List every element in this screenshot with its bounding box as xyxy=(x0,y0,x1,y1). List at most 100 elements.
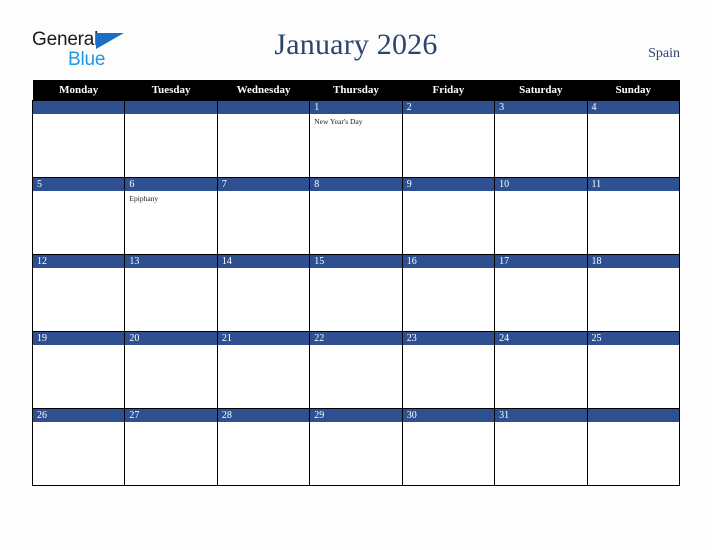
day-number: 4 xyxy=(587,101,679,114)
calendar-empty-cell[interactable] xyxy=(31,100,126,178)
day-number: 3 xyxy=(495,101,587,114)
calendar-day-cell[interactable]: 7 xyxy=(216,177,311,255)
calendar-day-cell[interactable]: 28 xyxy=(216,408,311,486)
day-events xyxy=(588,422,679,485)
day-events xyxy=(310,268,401,331)
page-header: General Blue January 2026 Spain xyxy=(0,0,712,80)
calendar-day-cell[interactable]: 1 New Year's Day xyxy=(309,100,403,178)
day-events xyxy=(403,268,494,331)
day-number: 14 xyxy=(217,255,310,268)
calendar-day-cell[interactable]: 12 xyxy=(31,254,126,332)
calendar-week-row: 5 6 Epiphany 7 8 9 10 11 xyxy=(31,177,681,255)
day-number: 30 xyxy=(402,409,495,422)
calendar-day-cell[interactable]: 24 xyxy=(494,331,588,409)
calendar-day-cell[interactable]: 29 xyxy=(309,408,403,486)
day-number xyxy=(217,101,310,114)
calendar-day-cell[interactable]: 20 xyxy=(124,331,218,409)
holiday-event-label: Epiphany xyxy=(129,194,159,203)
calendar-day-cell[interactable]: 27 xyxy=(124,408,218,486)
calendar-day-cell[interactable]: 17 xyxy=(494,254,588,332)
day-events xyxy=(218,422,309,485)
day-events xyxy=(218,191,309,254)
day-events: New Year's Day xyxy=(310,114,401,177)
day-number: 23 xyxy=(402,332,495,345)
day-number: 22 xyxy=(310,332,402,345)
calendar-day-cell[interactable]: 9 xyxy=(401,177,496,255)
day-events: Epiphany xyxy=(125,191,216,254)
day-events xyxy=(495,191,586,254)
weekday-header-friday: Friday xyxy=(402,80,495,101)
calendar-day-cell[interactable]: 19 xyxy=(31,331,126,409)
day-number: 19 xyxy=(33,332,125,345)
calendar-empty-cell[interactable] xyxy=(586,408,681,486)
calendar-day-cell[interactable]: 18 xyxy=(586,254,681,332)
calendar-day-cell[interactable]: 2 xyxy=(401,100,496,178)
day-events xyxy=(588,114,679,177)
calendar-day-cell[interactable]: 10 xyxy=(494,177,588,255)
day-number: 18 xyxy=(587,255,679,268)
day-events xyxy=(588,268,679,331)
calendar-day-cell[interactable]: 25 xyxy=(586,331,681,409)
day-events xyxy=(403,114,494,177)
day-number xyxy=(587,409,679,422)
day-number: 21 xyxy=(217,332,310,345)
day-events xyxy=(33,345,124,408)
calendar-day-cell[interactable]: 6 Epiphany xyxy=(124,177,218,255)
calendar-week-row: 26 27 28 29 30 31 xyxy=(31,408,681,486)
day-events xyxy=(310,422,401,485)
calendar-day-cell[interactable]: 11 xyxy=(586,177,681,255)
calendar-week-row: 12 13 14 15 16 17 18 xyxy=(31,254,681,332)
calendar-day-cell[interactable]: 8 xyxy=(309,177,403,255)
calendar-day-cell[interactable]: 22 xyxy=(309,331,403,409)
calendar-day-cell[interactable]: 5 xyxy=(31,177,126,255)
day-events xyxy=(403,422,494,485)
calendar-body: 1 New Year's Day 2 3 4 5 6 Epiphany 7 8 9 10 11 12 13 1… xyxy=(31,100,681,486)
day-number xyxy=(33,101,125,114)
calendar-day-cell[interactable]: 16 xyxy=(401,254,496,332)
day-events xyxy=(33,114,124,177)
calendar-day-cell[interactable]: 31 xyxy=(494,408,588,486)
country-label: Spain xyxy=(648,46,680,61)
calendar-day-cell[interactable]: 15 xyxy=(309,254,403,332)
calendar-empty-cell[interactable] xyxy=(124,100,218,178)
weekday-header-monday: Monday xyxy=(32,80,125,101)
day-number: 1 xyxy=(310,101,402,114)
page-title: January 2026 xyxy=(274,28,438,61)
day-number: 29 xyxy=(310,409,402,422)
day-events xyxy=(125,422,216,485)
calendar-day-cell[interactable]: 4 xyxy=(586,100,681,178)
calendar-day-cell[interactable]: 13 xyxy=(124,254,218,332)
day-number: 16 xyxy=(402,255,495,268)
calendar-day-cell[interactable]: 3 xyxy=(494,100,588,178)
calendar-day-cell[interactable]: 30 xyxy=(401,408,496,486)
day-number: 27 xyxy=(125,409,217,422)
weekday-header-tuesday: Tuesday xyxy=(124,80,218,101)
day-number: 2 xyxy=(402,101,495,114)
calendar-day-cell[interactable]: 14 xyxy=(216,254,311,332)
day-events xyxy=(403,191,494,254)
day-events xyxy=(495,114,586,177)
day-number: 11 xyxy=(587,178,679,191)
day-events xyxy=(495,268,586,331)
calendar-grid: Monday Tuesday Wednesday Thursday Friday Satu… xyxy=(31,80,681,486)
calendar-empty-cell[interactable] xyxy=(216,100,311,178)
day-events xyxy=(33,268,124,331)
day-events xyxy=(218,268,309,331)
day-events xyxy=(310,345,401,408)
weekday-header-thursday: Thursday xyxy=(309,80,403,101)
calendar-day-cell[interactable]: 23 xyxy=(401,331,496,409)
day-number: 24 xyxy=(495,332,587,345)
day-events xyxy=(495,422,586,485)
day-events xyxy=(588,191,679,254)
day-events xyxy=(125,345,216,408)
day-events xyxy=(310,191,401,254)
weekday-header-sunday: Sunday xyxy=(587,80,680,101)
calendar-day-cell[interactable]: 21 xyxy=(216,331,311,409)
day-number: 5 xyxy=(33,178,125,191)
day-events xyxy=(125,114,216,177)
calendar-week-row: 1 New Year's Day 2 3 4 xyxy=(31,100,681,178)
day-number: 10 xyxy=(495,178,587,191)
day-number: 8 xyxy=(310,178,402,191)
calendar-day-cell[interactable]: 26 xyxy=(31,408,126,486)
weekday-header-row: Monday Tuesday Wednesday Thursday Friday Satu… xyxy=(32,80,680,101)
